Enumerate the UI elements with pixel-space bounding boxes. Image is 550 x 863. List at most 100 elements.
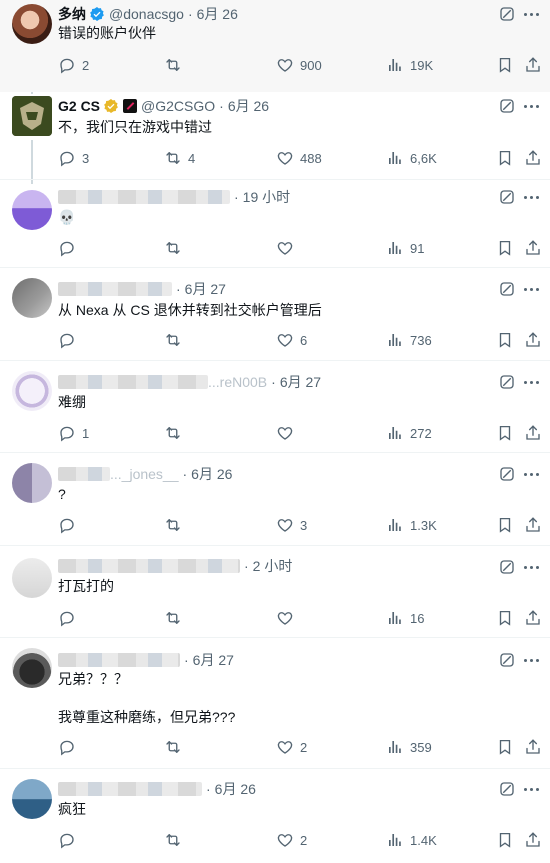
retweet-button[interactable] xyxy=(164,330,182,350)
more-icon[interactable] xyxy=(522,5,540,23)
share-button[interactable] xyxy=(524,55,542,75)
timestamp[interactable]: 6月 26 xyxy=(191,464,232,484)
share-button[interactable] xyxy=(524,608,542,628)
views-button[interactable]: 1.4K xyxy=(386,830,437,850)
reply-button[interactable]: 3 xyxy=(58,148,89,168)
grok-icon[interactable] xyxy=(498,5,516,23)
views-button[interactable]: 272 xyxy=(386,423,432,443)
tweet-item[interactable]: · 19 小时 💀 91 xyxy=(0,180,550,268)
retweet-button[interactable] xyxy=(164,737,182,757)
share-button[interactable] xyxy=(524,423,542,443)
more-icon[interactable] xyxy=(522,97,540,115)
share-button[interactable] xyxy=(524,830,542,850)
tweet-item[interactable]: · 6月 27 兄弟？？？ 我尊重这种磨练，但兄弟??? 2 359 xyxy=(0,638,550,769)
avatar[interactable] xyxy=(12,96,52,136)
author-handle[interactable]: @G2CSGO xyxy=(141,98,215,114)
avatar[interactable] xyxy=(12,371,52,411)
grok-icon[interactable] xyxy=(498,280,516,298)
more-icon[interactable] xyxy=(522,651,540,669)
tweet-item[interactable]: ...reN00B · 6月 27 难绷 1 272 xyxy=(0,361,550,453)
views-button[interactable]: 16 xyxy=(386,608,424,628)
bookmark-button[interactable] xyxy=(496,55,514,75)
tweet-item[interactable]: ..._jones__ · 6月 26 ? 3 1.3K xyxy=(0,453,550,546)
bookmark-button[interactable] xyxy=(496,238,514,258)
timestamp[interactable]: 6月 26 xyxy=(215,779,256,799)
like-button[interactable]: 3 xyxy=(276,515,307,535)
reply-button[interactable] xyxy=(58,330,76,350)
tweet-item[interactable]: · 6月 27 从 Nexa 从 CS 退休并转到社交帐户管理后 6 736 xyxy=(0,268,550,361)
grok-icon[interactable] xyxy=(498,188,516,206)
author-handle[interactable]: @donacsgo xyxy=(109,6,184,22)
bookmark-button[interactable] xyxy=(496,830,514,850)
author-name[interactable]: 多纳 xyxy=(58,4,86,24)
views-button[interactable]: 736 xyxy=(386,330,432,350)
more-icon[interactable] xyxy=(522,280,540,298)
avatar[interactable] xyxy=(12,4,52,44)
tweet-item[interactable]: G2 CS @G2CSGO · 6月 26 不，我们只在游戏中错过 3 4 48… xyxy=(0,92,550,180)
grok-icon[interactable] xyxy=(498,651,516,669)
author-handle[interactable]: ..._jones__ xyxy=(110,466,179,482)
more-icon[interactable] xyxy=(522,188,540,206)
like-button[interactable]: 2 xyxy=(276,830,307,850)
retweet-button[interactable] xyxy=(164,830,182,850)
timestamp[interactable]: 2 小时 xyxy=(253,556,293,576)
views-button[interactable]: 19K xyxy=(386,55,433,75)
author-name[interactable]: G2 CS xyxy=(58,98,100,114)
like-button[interactable] xyxy=(276,608,294,628)
bookmark-button[interactable] xyxy=(496,330,514,350)
views-button[interactable]: 1.3K xyxy=(386,515,437,535)
timestamp[interactable]: 6月 27 xyxy=(193,650,234,670)
grok-icon[interactable] xyxy=(498,97,516,115)
reply-button[interactable]: 2 xyxy=(58,55,89,75)
tweet-item[interactable]: · 2 小时 打瓦打的 16 xyxy=(0,546,550,638)
more-icon[interactable] xyxy=(522,465,540,483)
bookmark-button[interactable] xyxy=(496,608,514,628)
tweet-item[interactable]: · 6月 26 疯狂 2 1.4K xyxy=(0,769,550,863)
share-button[interactable] xyxy=(524,515,542,535)
timestamp[interactable]: 6月 27 xyxy=(280,372,321,392)
reply-button[interactable] xyxy=(58,830,76,850)
tweet-item[interactable]: 多纳 @donacsgo · 6月 26 错误的账户伙伴 2 900 19K xyxy=(0,0,550,92)
like-button[interactable]: 488 xyxy=(276,148,322,168)
grok-icon[interactable] xyxy=(498,373,516,391)
bookmark-button[interactable] xyxy=(496,737,514,757)
bookmark-button[interactable] xyxy=(496,515,514,535)
grok-icon[interactable] xyxy=(498,780,516,798)
share-button[interactable] xyxy=(524,148,542,168)
like-button[interactable]: 900 xyxy=(276,55,322,75)
grok-icon[interactable] xyxy=(498,465,516,483)
author-handle[interactable]: ...reN00B xyxy=(208,374,267,390)
bookmark-button[interactable] xyxy=(496,423,514,443)
avatar[interactable] xyxy=(12,463,52,503)
avatar[interactable] xyxy=(12,779,52,819)
retweet-button[interactable]: 4 xyxy=(164,148,195,168)
bookmark-button[interactable] xyxy=(496,148,514,168)
reply-button[interactable]: 1 xyxy=(58,423,89,443)
reply-button[interactable] xyxy=(58,608,76,628)
timestamp[interactable]: 19 小时 xyxy=(243,187,290,207)
reply-button[interactable] xyxy=(58,238,76,258)
retweet-button[interactable] xyxy=(164,55,182,75)
more-icon[interactable] xyxy=(522,373,540,391)
share-button[interactable] xyxy=(524,737,542,757)
reply-button[interactable] xyxy=(58,737,76,757)
like-button[interactable] xyxy=(276,423,294,443)
reply-button[interactable] xyxy=(58,515,76,535)
avatar[interactable] xyxy=(12,278,52,318)
avatar[interactable] xyxy=(12,190,52,230)
retweet-button[interactable] xyxy=(164,515,182,535)
avatar[interactable] xyxy=(12,558,52,598)
views-button[interactable]: 6,6K xyxy=(386,148,437,168)
like-button[interactable]: 2 xyxy=(276,737,307,757)
avatar[interactable] xyxy=(12,648,52,688)
share-button[interactable] xyxy=(524,238,542,258)
views-button[interactable]: 91 xyxy=(386,238,424,258)
timestamp[interactable]: 6月 27 xyxy=(185,279,226,299)
share-button[interactable] xyxy=(524,330,542,350)
retweet-button[interactable] xyxy=(164,608,182,628)
like-button[interactable] xyxy=(276,238,294,258)
views-button[interactable]: 359 xyxy=(386,737,432,757)
like-button[interactable]: 6 xyxy=(276,330,307,350)
timestamp[interactable]: 6月 26 xyxy=(228,96,269,116)
timestamp[interactable]: 6月 26 xyxy=(197,4,238,24)
